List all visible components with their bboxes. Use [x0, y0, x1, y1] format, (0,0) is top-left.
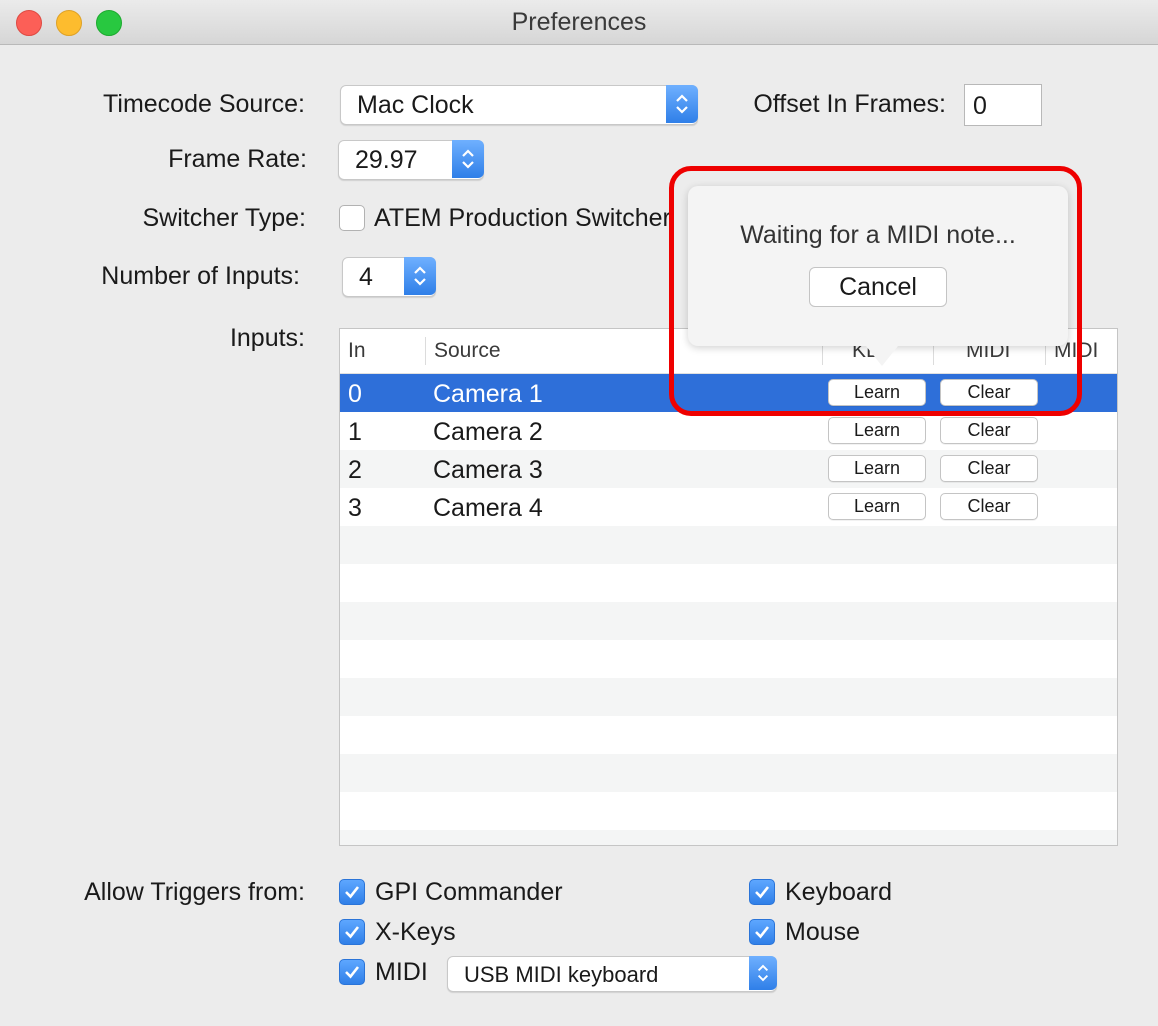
switcher-type-label: Switcher Type:	[142, 204, 306, 232]
keyboard-label: Keyboard	[785, 878, 893, 906]
header-source[interactable]: Source	[434, 339, 501, 363]
column-divider	[425, 337, 426, 365]
learn-button[interactable]: Learn	[828, 455, 926, 482]
xkeys-checkbox[interactable]	[339, 919, 365, 945]
frame-rate-popup[interactable]: 29.97	[338, 140, 484, 180]
allow-triggers-label: Allow Triggers from:	[84, 878, 305, 906]
empty-row	[340, 526, 1117, 564]
clear-button[interactable]: Clear	[940, 455, 1038, 482]
updown-chevron-icon	[452, 140, 484, 178]
empty-row	[340, 754, 1117, 792]
cell-source: Camera 4	[433, 494, 543, 522]
empty-row	[340, 640, 1117, 678]
cell-in: 2	[348, 456, 362, 484]
timecode-source-label: Timecode Source:	[103, 90, 305, 118]
cell-in: 0	[348, 380, 362, 408]
gpi-checkbox[interactable]	[339, 879, 365, 905]
empty-row	[340, 678, 1117, 716]
updown-chevron-icon	[404, 257, 436, 295]
gpi-label: GPI Commander	[375, 878, 563, 906]
clear-button[interactable]: Clear	[940, 417, 1038, 444]
xkeys-label: X-Keys	[375, 918, 456, 946]
highlight-box	[669, 166, 1082, 416]
checkmark-icon	[345, 926, 360, 939]
learn-button[interactable]: Learn	[828, 417, 926, 444]
cell-source: Camera 1	[433, 380, 543, 408]
table-row[interactable]: 2 Camera 3 Learn Clear	[340, 450, 1117, 488]
empty-row	[340, 830, 1117, 845]
frame-rate-value: 29.97	[355, 146, 418, 174]
checkmark-icon	[755, 886, 770, 899]
window-title: Preferences	[511, 8, 647, 36]
checkmark-icon	[345, 966, 360, 979]
updown-chevron-icon	[749, 956, 777, 990]
timecode-source-popup[interactable]: Mac Clock	[340, 85, 698, 125]
midi-device-popup[interactable]: USB MIDI keyboard	[447, 956, 777, 992]
empty-row	[340, 792, 1117, 830]
title-bar: Preferences	[0, 0, 1158, 45]
midi-checkbox[interactable]	[339, 959, 365, 985]
timecode-source-value: Mac Clock	[357, 91, 474, 119]
table-row[interactable]: 1 Camera 2 Learn Clear	[340, 412, 1117, 450]
number-inputs-value: 4	[359, 263, 373, 291]
cell-in: 3	[348, 494, 362, 522]
offset-value: 0	[973, 92, 987, 120]
clear-button[interactable]: Clear	[940, 493, 1038, 520]
atem-switcher-label: ATEM Production Switcher	[374, 204, 671, 232]
checkmark-icon	[755, 926, 770, 939]
empty-row	[340, 716, 1117, 754]
frame-rate-label: Frame Rate:	[168, 145, 307, 173]
mouse-checkbox[interactable]	[749, 919, 775, 945]
updown-chevron-icon	[666, 85, 698, 123]
cell-source: Camera 2	[433, 418, 543, 446]
keyboard-checkbox[interactable]	[749, 879, 775, 905]
checkmark-icon	[345, 886, 360, 899]
offset-field[interactable]: 0	[964, 84, 1042, 126]
atem-switcher-checkbox[interactable]	[339, 205, 365, 231]
header-in[interactable]: In	[348, 339, 366, 363]
learn-button[interactable]: Learn	[828, 493, 926, 520]
table-row[interactable]: 3 Camera 4 Learn Clear	[340, 488, 1117, 526]
inputs-label: Inputs:	[229, 324, 305, 352]
empty-row	[340, 564, 1117, 602]
empty-row	[340, 602, 1117, 640]
midi-device-value: USB MIDI keyboard	[464, 962, 659, 987]
number-inputs-label: Number of Inputs:	[101, 262, 300, 290]
midi-label: MIDI	[375, 958, 428, 986]
offset-label: Offset In Frames:	[753, 90, 946, 118]
cell-in: 1	[348, 418, 362, 446]
cell-source: Camera 3	[433, 456, 543, 484]
mouse-label: Mouse	[785, 918, 861, 946]
number-inputs-popup[interactable]: 4	[342, 257, 436, 297]
